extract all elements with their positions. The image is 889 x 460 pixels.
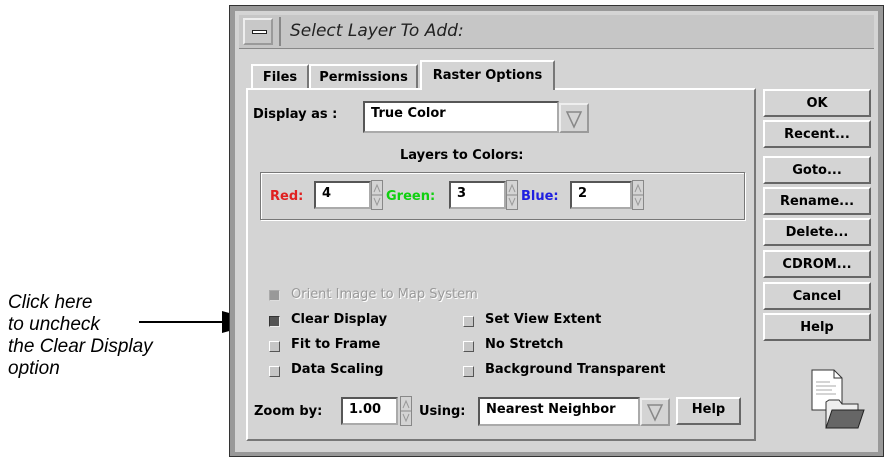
cancel-button[interactable]: Cancel	[763, 282, 871, 310]
layers-to-colors-label: Layers to Colors:	[400, 148, 524, 163]
cdrom-button[interactable]: CDROM...	[763, 250, 871, 278]
stepper-arrows-icon	[633, 183, 643, 207]
resample-method-value: Nearest Neighbor	[486, 402, 616, 417]
red-label: Red:	[270, 189, 304, 204]
resample-method-dropdown[interactable]	[640, 398, 670, 426]
goto-button-label: Goto...	[792, 163, 842, 178]
red-layer-value: 4	[322, 186, 332, 201]
green-label: Green:	[386, 189, 436, 204]
display-as-dropdown[interactable]	[559, 103, 589, 133]
blue-layer-stepper[interactable]	[632, 180, 644, 210]
tab-permissions-label: Permissions	[319, 70, 408, 85]
help-button-label: Help	[800, 320, 834, 335]
background-transparent-checkbox[interactable]	[463, 366, 474, 377]
cancel-button-label: Cancel	[792, 289, 842, 304]
annotation-line: to uncheck	[8, 314, 100, 335]
display-as-label: Display as :	[253, 107, 338, 122]
orient-image-checkbox[interactable]	[269, 290, 280, 301]
set-view-extent-label: Set View Extent	[485, 312, 602, 327]
chevron-down-icon	[646, 404, 664, 422]
zoom-by-label: Zoom by:	[254, 404, 323, 419]
no-stretch-checkbox[interactable]	[463, 341, 474, 352]
tab-raster-options-label: Raster Options	[432, 68, 543, 83]
ok-button[interactable]: OK	[763, 89, 871, 117]
zoom-help-button[interactable]: Help	[676, 397, 741, 425]
file-folder-icon	[811, 369, 865, 429]
zoom-help-label: Help	[691, 402, 726, 417]
stepper-arrows-icon	[372, 183, 382, 207]
rename-button-label: Rename...	[779, 194, 855, 209]
tab-raster-options[interactable]: Raster Options	[420, 60, 555, 90]
zoom-value: 1.00	[349, 402, 382, 417]
stepper-arrows-icon	[401, 399, 411, 423]
data-scaling-label: Data Scaling	[291, 362, 384, 377]
chevron-down-icon	[565, 111, 583, 129]
annotation-line: Click here	[8, 292, 93, 313]
clear-display-label: Clear Display	[291, 312, 388, 327]
clear-display-checkbox[interactable]	[269, 316, 280, 327]
red-layer-stepper[interactable]	[371, 180, 383, 210]
recent-button-label: Recent...	[784, 127, 850, 142]
display-as-field[interactable]: True Color	[363, 101, 559, 133]
display-as-value: True Color	[371, 106, 446, 121]
blue-label: Blue:	[521, 189, 559, 204]
no-stretch-label: No Stretch	[485, 337, 564, 352]
green-layer-value: 3	[457, 186, 467, 201]
annotation-line: the Clear Display	[8, 336, 153, 357]
ok-button-label: OK	[806, 96, 828, 111]
window-title: Select Layer To Add:	[290, 21, 464, 41]
orient-image-label: Orient Image to Map System	[291, 287, 478, 302]
annotation-arrow-line	[139, 321, 235, 323]
green-layer-stepper[interactable]	[506, 180, 518, 210]
recent-button[interactable]: Recent...	[763, 120, 871, 148]
set-view-extent-checkbox[interactable]	[463, 316, 474, 327]
using-label: Using:	[419, 404, 466, 419]
blue-layer-field[interactable]: 2	[570, 181, 632, 209]
red-layer-field[interactable]: 4	[314, 181, 371, 209]
delete-button[interactable]: Delete...	[763, 218, 871, 246]
background-transparent-label: Background Transparent	[485, 362, 666, 377]
raster-options-panel	[246, 88, 756, 441]
cdrom-button-label: CDROM...	[782, 257, 852, 272]
window-menu-icon	[252, 30, 267, 34]
fit-to-frame-label: Fit to Frame	[291, 337, 381, 352]
delete-button-label: Delete...	[785, 225, 849, 240]
goto-button[interactable]: Goto...	[763, 156, 871, 184]
annotation-line: option	[8, 358, 60, 379]
fit-to-frame-checkbox[interactable]	[269, 341, 280, 352]
tab-files[interactable]: Files	[251, 64, 309, 88]
tab-files-label: Files	[262, 70, 298, 85]
data-scaling-checkbox[interactable]	[269, 366, 280, 377]
resample-method-field[interactable]: Nearest Neighbor	[478, 397, 640, 426]
title-separator	[279, 17, 281, 46]
help-button[interactable]: Help	[763, 313, 871, 341]
green-layer-field[interactable]: 3	[449, 181, 506, 209]
annotation-text: Click here to uncheck the Clear Display …	[8, 292, 153, 380]
tab-permissions[interactable]: Permissions	[309, 64, 418, 88]
zoom-stepper[interactable]	[400, 396, 412, 426]
zoom-field[interactable]: 1.00	[341, 397, 398, 425]
stepper-arrows-icon	[507, 183, 517, 207]
blue-layer-value: 2	[578, 186, 588, 201]
rename-button[interactable]: Rename...	[763, 187, 871, 215]
